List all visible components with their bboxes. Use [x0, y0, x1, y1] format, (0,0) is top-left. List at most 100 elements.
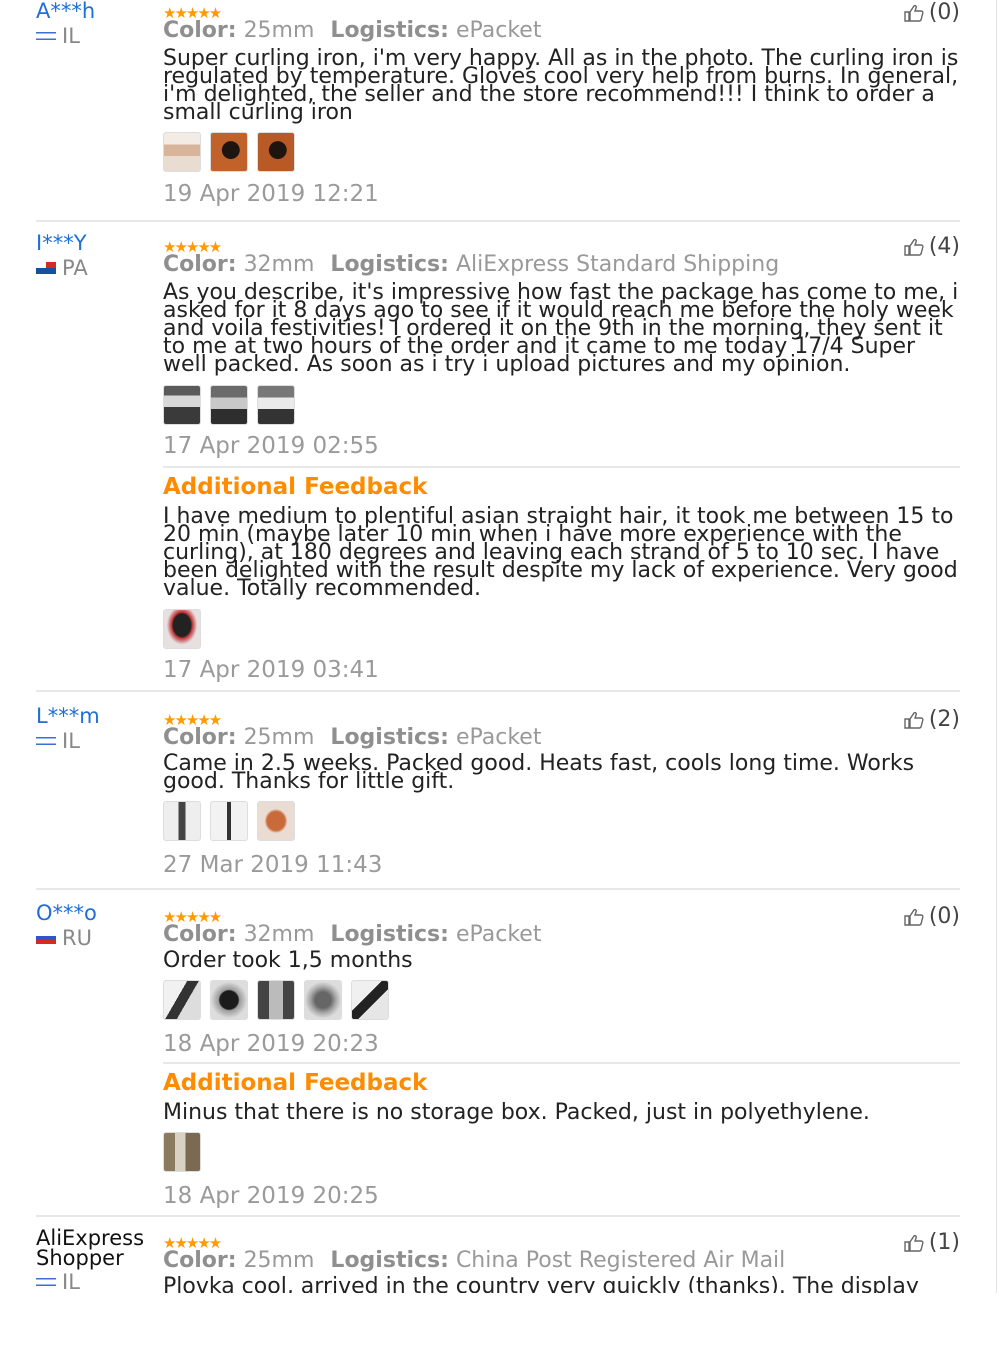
logistics-label: Logistics:: [330, 725, 449, 750]
additional-feedback-photos: [163, 609, 201, 649]
review-photo[interactable]: [257, 801, 295, 841]
color-label: Color:: [163, 1248, 237, 1273]
color-label: Color:: [163, 725, 237, 750]
logistics-value: ePacket: [455, 725, 542, 750]
review-date: 27 Mar 2019 11:43: [163, 852, 383, 878]
review-divider: [36, 220, 960, 222]
logistics-value: AliExpress Standard Shipping: [455, 252, 780, 277]
panama-flag-icon: [36, 262, 56, 274]
additional-feedback-text: Minus that there is no storage box. Pack…: [163, 1100, 870, 1125]
color-label: Color:: [163, 18, 237, 43]
israel-flag-icon: [36, 30, 56, 42]
review-text: Came in 2.5 weeks. Packed good. Heats fa…: [163, 751, 915, 794]
review-photo[interactable]: [210, 801, 248, 841]
review-text: Order took 1,5 months: [163, 948, 413, 973]
color-value: 25mm: [243, 18, 315, 43]
country-code: IL: [62, 24, 80, 48]
review-photo[interactable]: [257, 132, 295, 172]
helpful-count: (4): [928, 234, 960, 259]
reviewer-name-text: AliExpress Shopper: [36, 1226, 145, 1270]
review-divider: [36, 888, 960, 890]
review-meta: Color: 25mm Logistics: China Post Registe…: [163, 1248, 785, 1273]
review-meta: Color: 32mm Logistics: AliExpress Standar…: [163, 252, 779, 277]
additional-feedback-date: 17 Apr 2019 03:41: [163, 657, 379, 683]
review-photo[interactable]: [163, 1132, 201, 1172]
logistics-value: China Post Registered Air Mail: [455, 1248, 786, 1273]
review-photo[interactable]: [351, 980, 389, 1020]
color-label: Color:: [163, 922, 237, 947]
helpful-count: (0): [928, 904, 960, 929]
review-photo[interactable]: [304, 980, 342, 1020]
reviewer-country: IL: [36, 24, 80, 48]
review-photo[interactable]: [257, 385, 295, 425]
review-text: As you describe, it's impressive how fas…: [163, 280, 959, 377]
color-value: 32mm: [243, 252, 315, 277]
reviewer-country: PA: [36, 256, 88, 280]
color-value: 25mm: [243, 725, 315, 750]
helpful-button[interactable]: (1): [904, 1230, 960, 1255]
review-photo[interactable]: [163, 801, 201, 841]
helpful-count: (2): [928, 707, 960, 732]
logistics-value: ePacket: [455, 922, 542, 947]
thumbs-up-icon: [904, 4, 926, 22]
country-code: PA: [62, 256, 88, 280]
review-photo[interactable]: [163, 132, 201, 172]
helpful-button[interactable]: (0): [904, 0, 960, 25]
review-photos: [163, 132, 295, 172]
additional-feedback-divider: [163, 466, 960, 468]
thumbs-up-icon: [904, 711, 926, 729]
color-value: 32mm: [243, 922, 315, 947]
additional-feedback-divider: [163, 1062, 960, 1064]
review-meta: Color: 32mm Logistics: ePacket: [163, 922, 541, 947]
color-label: Color:: [163, 252, 237, 277]
review-text: Plovka cool, arrived in the country very…: [163, 1274, 919, 1294]
logistics-label: Logistics:: [330, 1248, 449, 1273]
additional-feedback-date: 18 Apr 2019 20:25: [163, 1183, 379, 1209]
color-value: 25mm: [243, 1248, 315, 1273]
reviews-list: A***h IL ★★★★★ (0) Color: 25mm Logistics:…: [0, 0, 1000, 1293]
helpful-button[interactable]: (0): [904, 904, 960, 929]
review-photos: [163, 980, 389, 1020]
review-text: Super curling iron, i'm very happy. All …: [163, 46, 959, 125]
thumbs-up-icon: [904, 238, 926, 256]
israel-flag-icon: [36, 1276, 56, 1288]
thumbs-up-icon: [904, 1234, 926, 1252]
review-meta: Color: 25mm Logistics: ePacket: [163, 725, 541, 750]
thumbs-up-icon: [904, 908, 926, 926]
review-photo[interactable]: [163, 980, 201, 1020]
reviewer-name[interactable]: A***h: [36, 0, 95, 22]
review-photos: [163, 801, 295, 841]
review-photos: [163, 385, 295, 425]
review-photo[interactable]: [210, 385, 248, 425]
reviewer-name[interactable]: L***m: [36, 705, 100, 727]
reviewer-country: RU: [36, 926, 92, 950]
reviewer-country: IL: [36, 1270, 80, 1293]
review-date: 17 Apr 2019 02:55: [163, 433, 379, 459]
review-divider: [36, 690, 960, 692]
helpful-count: (1): [928, 1230, 960, 1255]
review-photo[interactable]: [257, 980, 295, 1020]
additional-feedback-text: I have medium to plentiful asian straigh…: [163, 504, 958, 601]
additional-feedback-title: Additional Feedback: [163, 474, 428, 500]
helpful-button[interactable]: (2): [904, 707, 960, 732]
review-photo[interactable]: [163, 385, 201, 425]
logistics-label: Logistics:: [330, 922, 449, 947]
reviewer-name[interactable]: AliExpress Shopper: [36, 1226, 156, 1270]
reviewer-name[interactable]: O***o: [36, 902, 97, 924]
country-code: RU: [62, 926, 92, 950]
review-meta: Color: 25mm Logistics: ePacket: [163, 18, 541, 43]
reviewer-name[interactable]: I***Y: [36, 232, 87, 254]
helpful-count: (0): [928, 0, 960, 25]
country-code: IL: [62, 729, 80, 753]
logistics-label: Logistics:: [330, 252, 449, 277]
review-date: 18 Apr 2019 20:23: [163, 1031, 379, 1057]
israel-flag-icon: [36, 735, 56, 747]
review-photo[interactable]: [210, 980, 248, 1020]
review-photo[interactable]: [210, 132, 248, 172]
reviewer-country: IL: [36, 729, 80, 753]
review-photo[interactable]: [163, 609, 201, 649]
logistics-label: Logistics:: [330, 18, 449, 43]
review-divider: [36, 1215, 960, 1217]
helpful-button[interactable]: (4): [904, 234, 960, 259]
additional-feedback-photos: [163, 1132, 201, 1172]
